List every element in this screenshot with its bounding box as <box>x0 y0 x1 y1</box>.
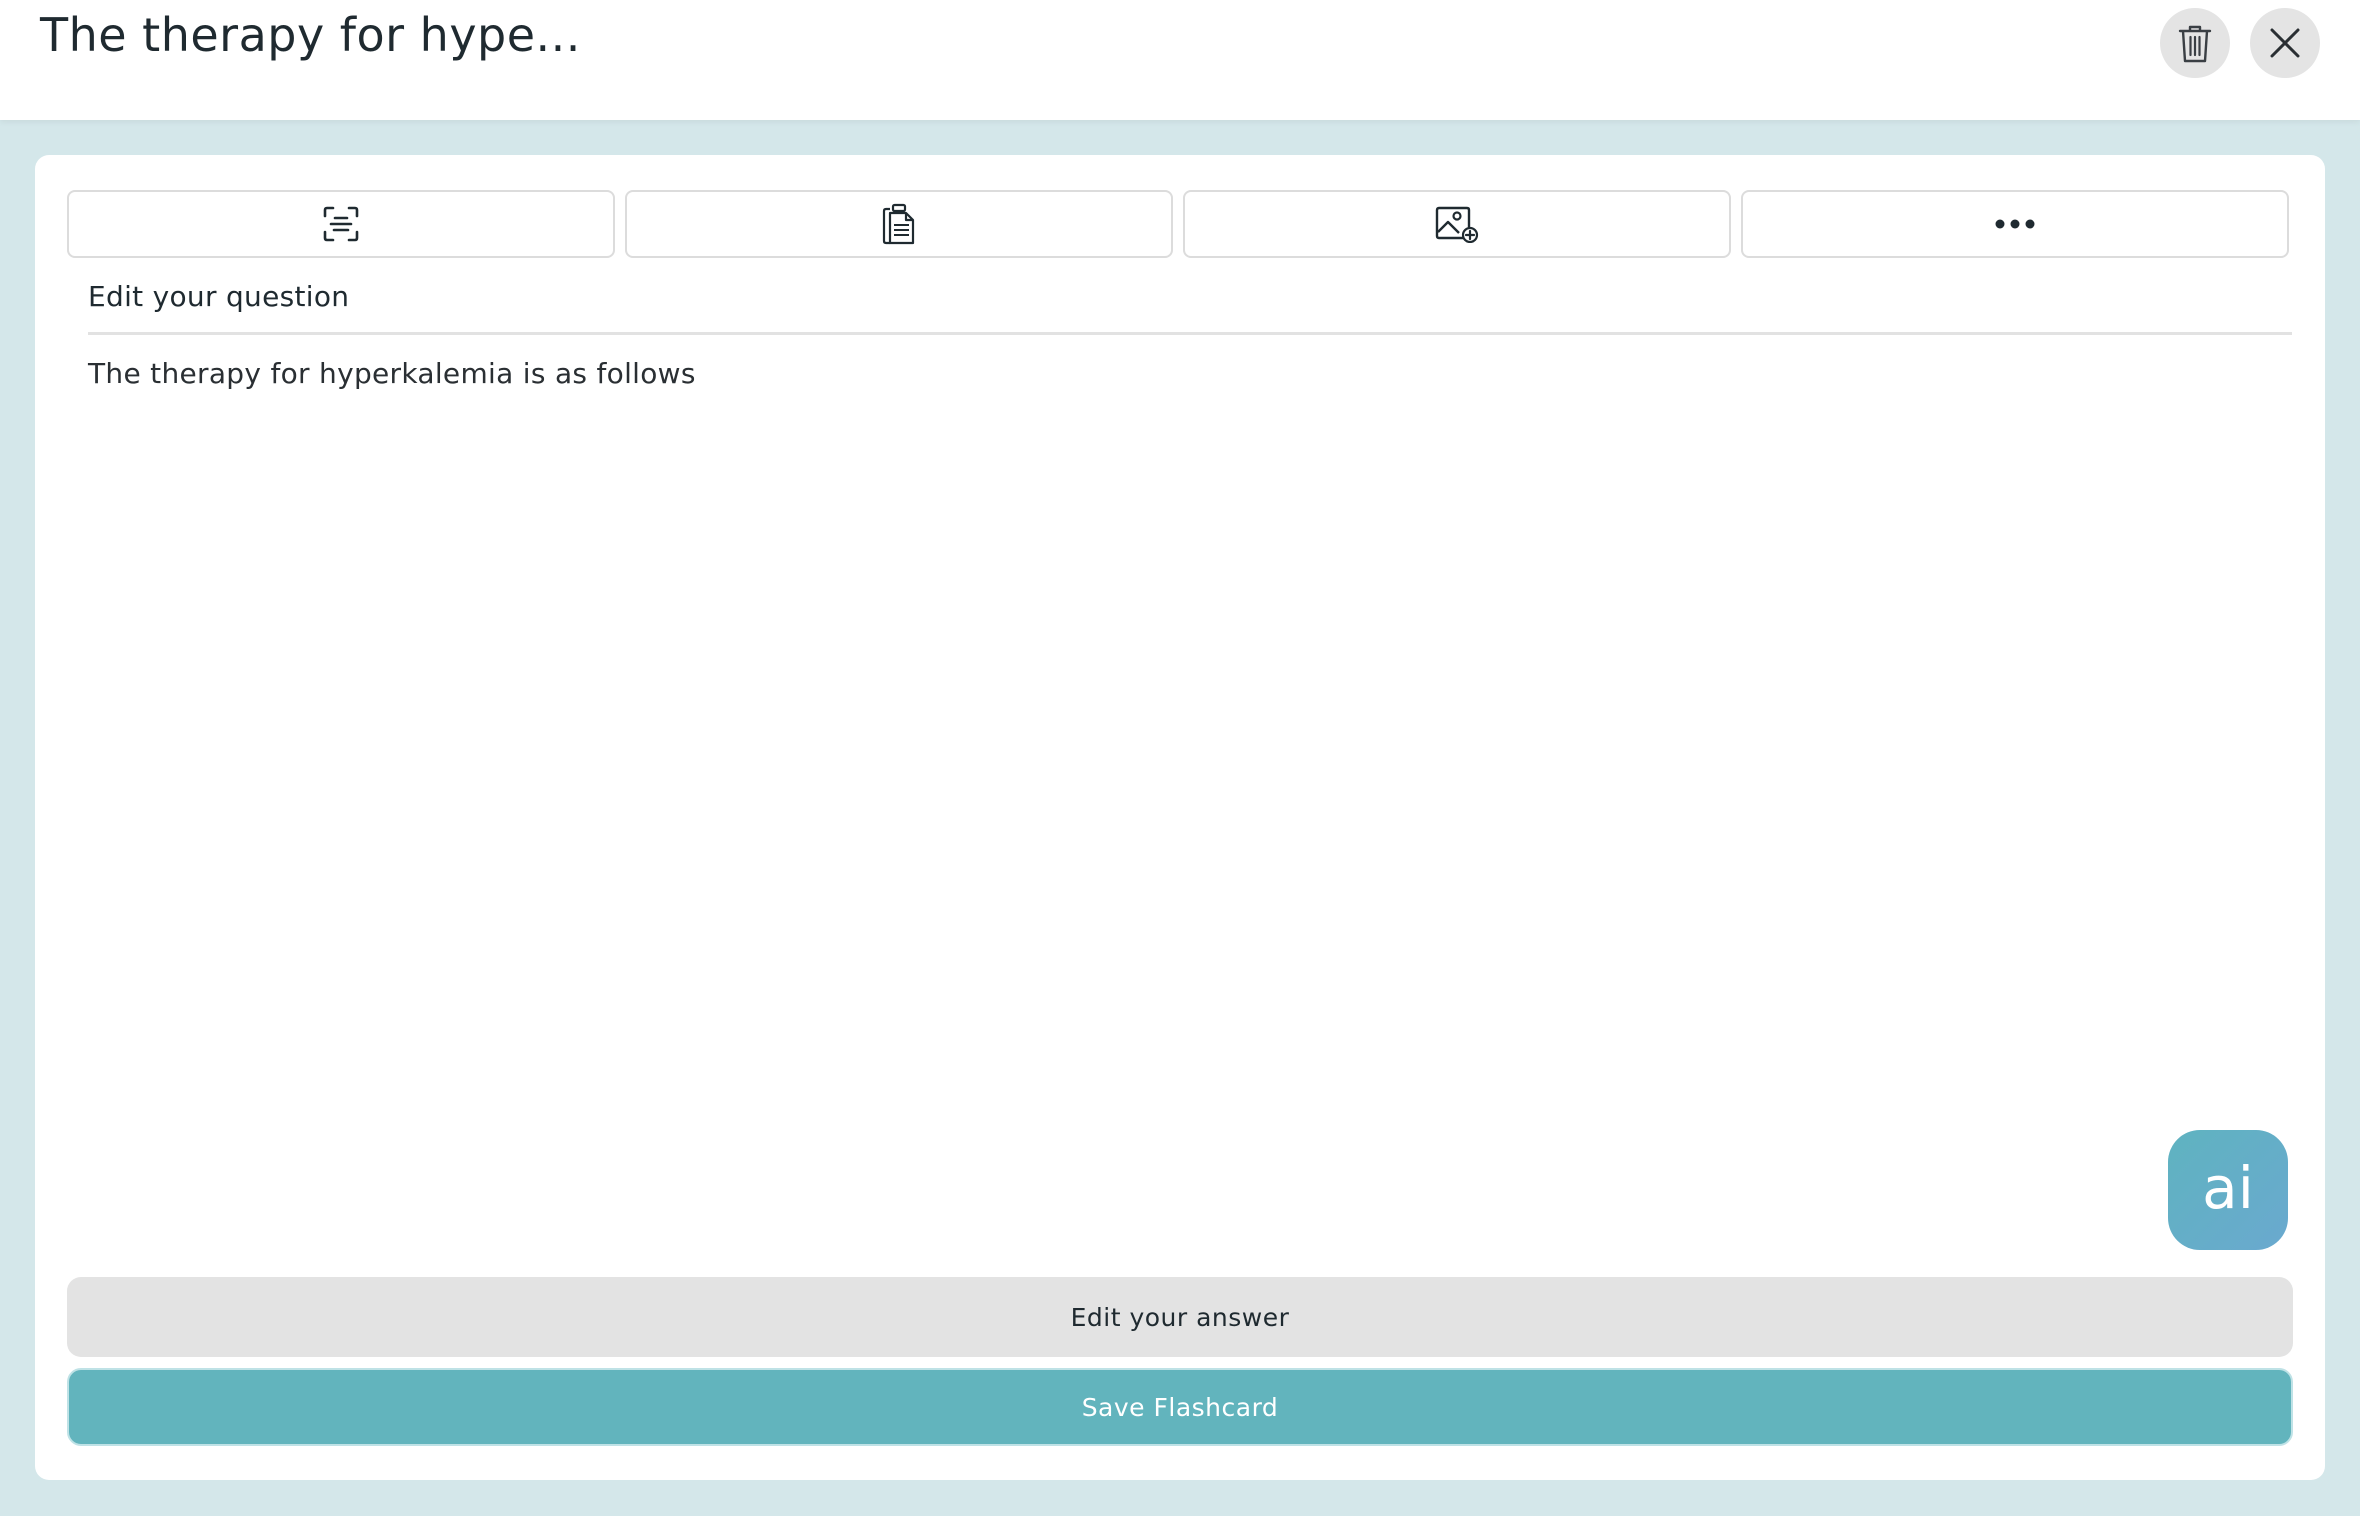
scan-text-button[interactable] <box>67 190 615 258</box>
question-section-label: Edit your question <box>88 280 350 313</box>
add-image-button[interactable] <box>1183 190 1731 258</box>
ai-assistant-button[interactable]: ai <box>2168 1130 2288 1250</box>
paste-button[interactable] <box>625 190 1173 258</box>
flashcard-editor-card: Edit your question The therapy for hyper… <box>35 155 2325 1480</box>
more-horizontal-icon <box>1994 218 2036 230</box>
close-icon <box>2269 27 2301 59</box>
image-add-icon <box>1435 205 1479 243</box>
save-flashcard-button[interactable]: Save Flashcard <box>67 1368 2293 1446</box>
trash-icon <box>2178 23 2212 63</box>
clipboard-document-icon <box>882 203 916 245</box>
more-options-button[interactable] <box>1741 190 2289 258</box>
page-title: The therapy for hype... <box>40 8 581 62</box>
delete-button[interactable] <box>2160 8 2230 78</box>
edit-answer-button[interactable]: Edit your answer <box>67 1277 2293 1357</box>
close-button[interactable] <box>2250 8 2320 78</box>
question-editor[interactable]: The therapy for hyperkalemia is as follo… <box>88 357 2268 397</box>
header-bar: The therapy for hype... <box>0 0 2360 120</box>
divider <box>88 332 2292 335</box>
scan-text-icon <box>322 205 360 243</box>
